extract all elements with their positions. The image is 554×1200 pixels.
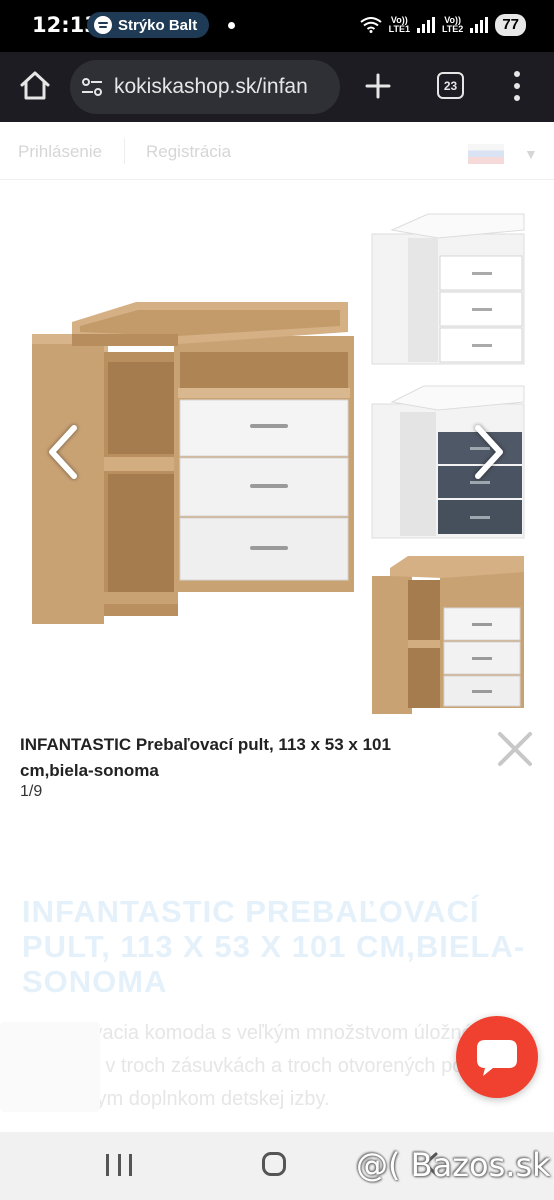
network-2: Vo)) LTE2 bbox=[442, 16, 463, 34]
product-title: INFANTASTIC PREBAĽOVACÍ PULT, 113 X 53 X… bbox=[22, 894, 526, 999]
bazos-watermark: @( Bazos.sk bbox=[356, 1146, 551, 1184]
image-counter: 1/9 bbox=[20, 783, 43, 800]
previous-image-button[interactable] bbox=[42, 422, 86, 482]
browser-toolbar: kokiskashop.sk/infan 23 bbox=[0, 52, 554, 122]
next-image-button[interactable] bbox=[466, 422, 510, 482]
spotify-icon bbox=[94, 16, 112, 34]
site-top-nav: Prihlásenie Registrácia ▼ bbox=[0, 122, 554, 180]
home-nav-button[interactable] bbox=[262, 1152, 286, 1176]
network-1: Vo)) LTE1 bbox=[389, 16, 410, 34]
close-lightbox-button[interactable] bbox=[494, 728, 536, 770]
network-2-label: LTE2 bbox=[441, 24, 464, 34]
tab-switcher-button[interactable]: 23 bbox=[437, 72, 464, 99]
battery-indicator: 77 bbox=[495, 14, 526, 36]
new-tab-button[interactable] bbox=[362, 70, 394, 102]
web-page: Prihlásenie Registrácia ▼ INFANTASTIC PR… bbox=[0, 122, 554, 1132]
login-link[interactable]: Prihlásenie bbox=[18, 142, 102, 162]
chevron-right-icon bbox=[475, 425, 503, 479]
chevron-down-icon[interactable]: ▼ bbox=[524, 146, 538, 162]
wifi-icon bbox=[360, 17, 382, 33]
recent-apps-button[interactable] bbox=[106, 1152, 132, 1178]
chat-button[interactable] bbox=[456, 1016, 538, 1098]
address-bar[interactable]: kokiskashop.sk/infan bbox=[70, 60, 340, 114]
chat-bubble-icon bbox=[477, 1040, 517, 1076]
image-caption: INFANTASTIC Prebaľovací pult, 113 x 53 x… bbox=[20, 735, 391, 780]
recaptcha-badge bbox=[0, 1022, 100, 1112]
register-link[interactable]: Registrácia bbox=[146, 142, 231, 162]
signal-1-icon bbox=[416, 17, 435, 33]
thumbnail-white[interactable] bbox=[368, 208, 528, 368]
chevron-left-icon bbox=[49, 425, 77, 479]
system-nav-bar: @( Bazos.sk bbox=[0, 1132, 554, 1200]
thumbnail-oak-white[interactable] bbox=[368, 550, 528, 718]
signal-2-icon bbox=[470, 17, 489, 33]
status-bar: 12:13 Strýko Balt Vo)) LTE1 Vo)) LTE2 77 bbox=[0, 0, 554, 52]
nav-divider bbox=[124, 138, 125, 164]
slovak-flag-icon[interactable] bbox=[468, 144, 504, 164]
status-icons: Vo)) LTE1 Vo)) LTE2 77 bbox=[360, 14, 526, 36]
home-icon bbox=[20, 71, 50, 100]
home-button[interactable] bbox=[18, 69, 52, 103]
network-1-label: LTE1 bbox=[388, 24, 410, 34]
url-text[interactable]: kokiskashop.sk/infan bbox=[114, 75, 308, 99]
close-icon bbox=[498, 732, 532, 766]
site-settings-icon[interactable] bbox=[80, 75, 104, 99]
media-chip[interactable]: Strýko Balt bbox=[87, 12, 210, 38]
media-label: Strýko Balt bbox=[118, 16, 198, 34]
more-menu-button[interactable] bbox=[512, 71, 522, 101]
plus-icon bbox=[365, 73, 391, 99]
notification-dot bbox=[228, 22, 235, 29]
